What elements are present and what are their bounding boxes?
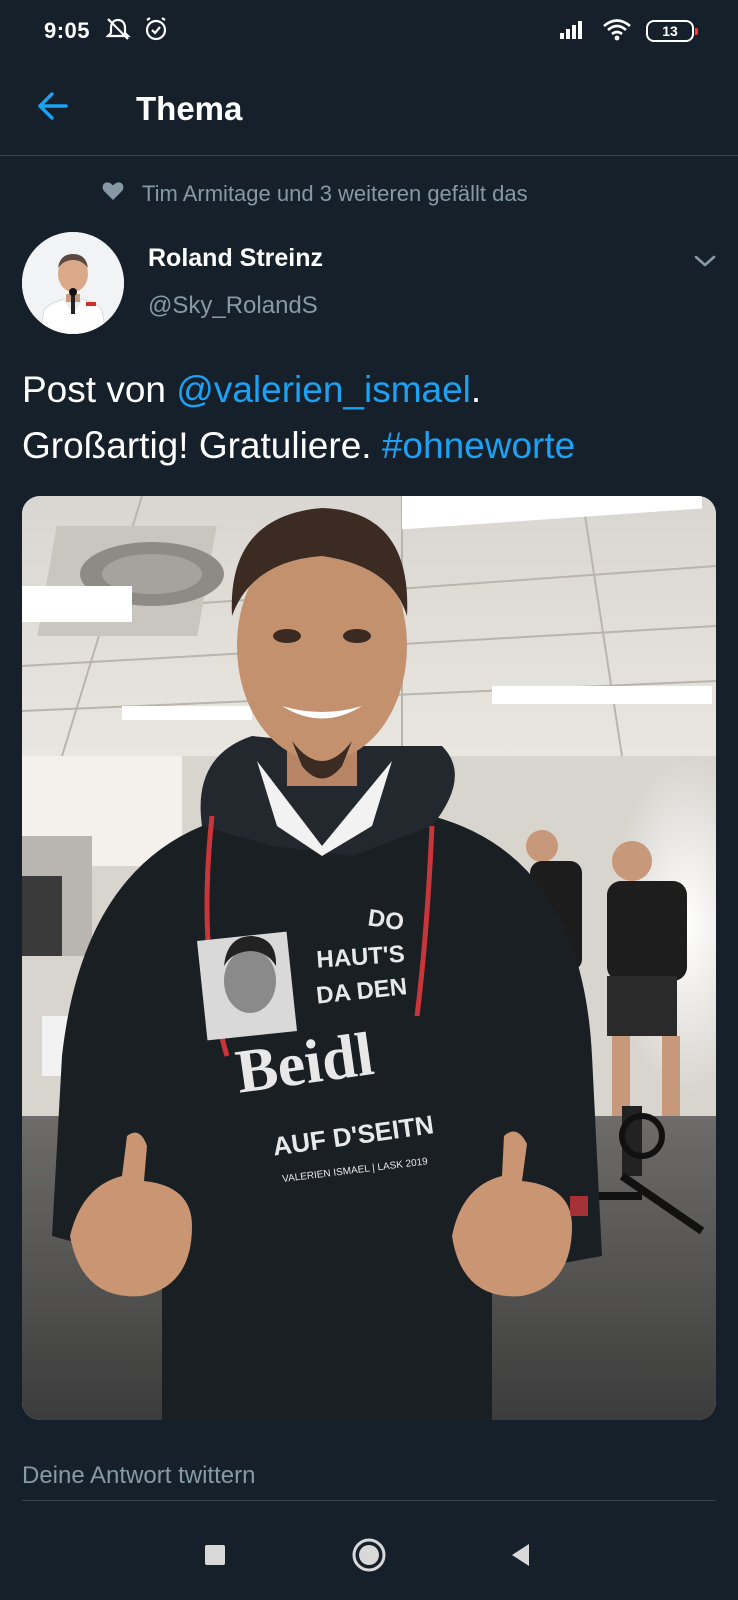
social-context[interactable]: Tim Armitage und 3 weiteren gefällt das xyxy=(102,176,528,212)
status-left-icons xyxy=(104,15,170,48)
shirt-text-line-1: DO xyxy=(366,905,405,937)
tweet-text-part2: . xyxy=(470,369,482,410)
tweet-text-part1: Post von xyxy=(22,369,177,410)
status-right-icons: 13 xyxy=(558,17,698,46)
tweet-photo[interactable]: DO HAUT'S DA DEN Beidl AUF D'SEITN VALER… xyxy=(22,496,716,1420)
alarm-off-icon xyxy=(104,15,132,48)
top-app-bar: Thema xyxy=(0,62,738,156)
battery-icon: 13 xyxy=(646,20,698,42)
chevron-down-icon[interactable] xyxy=(690,246,720,276)
tweet-text: Post von @valerien_ismael. Großartig! Gr… xyxy=(22,362,712,474)
reply-input[interactable]: Deine Antwort twittern xyxy=(22,1448,716,1504)
back-button[interactable] xyxy=(22,79,82,139)
back-triangle-icon[interactable] xyxy=(496,1530,546,1580)
tweet-text-part3: Großartig! Gratuliere. xyxy=(22,425,382,466)
arrow-left-icon xyxy=(34,88,70,129)
hashtag-link[interactable]: #ohneworte xyxy=(382,425,575,466)
author-name[interactable]: Roland Streinz xyxy=(148,244,323,273)
status-bar: 9:05 13 xyxy=(0,0,738,62)
page-title: Thema xyxy=(136,89,243,127)
wifi-icon xyxy=(602,17,632,46)
social-context-text: Tim Armitage und 3 weiteren gefällt das xyxy=(142,181,528,206)
signal-icon xyxy=(558,17,588,46)
recents-square-icon[interactable] xyxy=(190,1530,240,1580)
author-handle[interactable]: @Sky_RolandS xyxy=(148,292,318,320)
avatar[interactable] xyxy=(22,232,124,334)
reply-divider xyxy=(22,1500,716,1501)
heart-icon xyxy=(102,181,124,207)
home-circle-icon[interactable] xyxy=(344,1530,394,1580)
status-time: 9:05 xyxy=(44,18,91,43)
mention-link[interactable]: @valerien_ismael xyxy=(176,369,471,410)
alarm-icon xyxy=(142,15,170,48)
screen: 9:05 13 Thema Tim Armitage und 3 weitere… xyxy=(0,0,738,1600)
